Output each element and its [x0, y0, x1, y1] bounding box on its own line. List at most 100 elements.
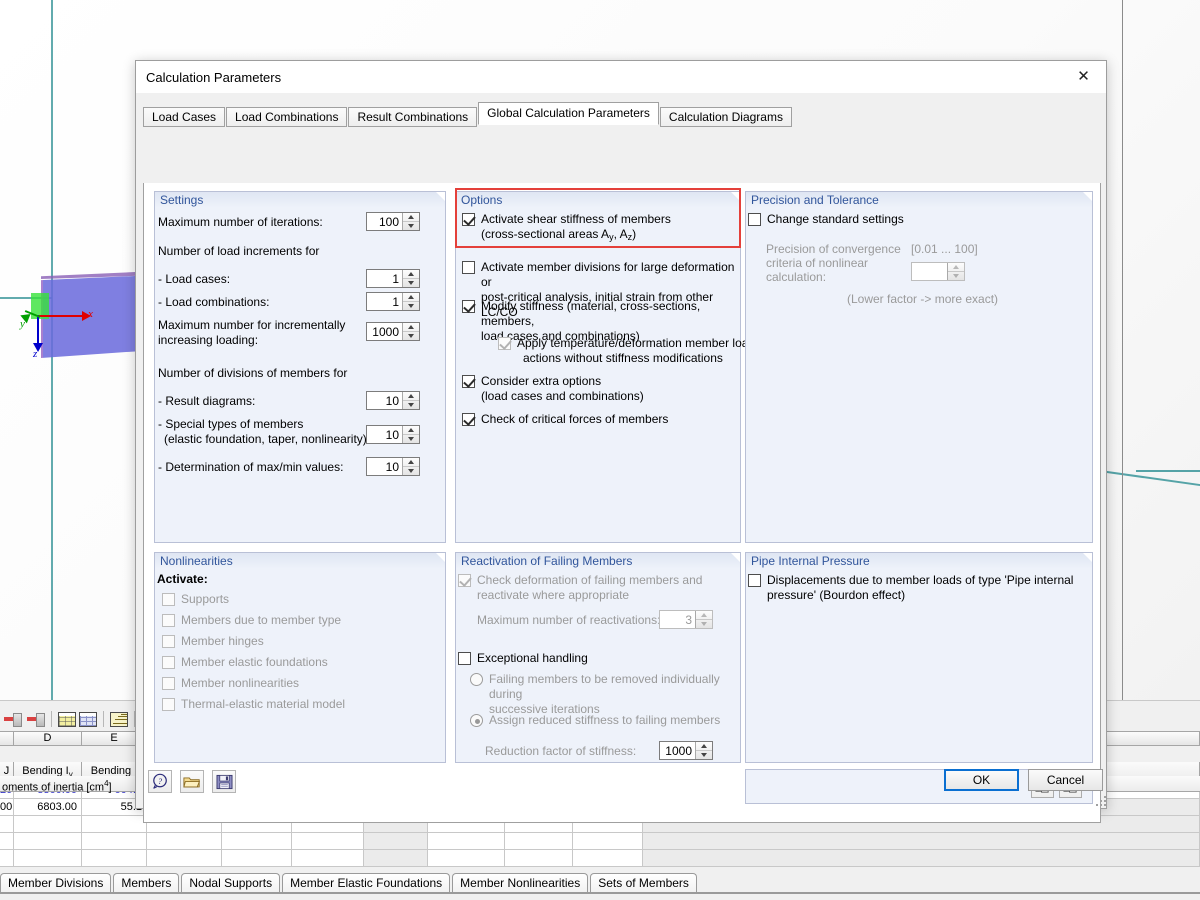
tab-members[interactable]: Members [113, 873, 179, 892]
radio-assign-reduced-stiffness-control[interactable] [470, 714, 483, 727]
stepper-down-icon[interactable] [403, 222, 419, 230]
checkbox-apply-temperature-deformation[interactable] [498, 337, 511, 350]
stepper-buttons[interactable] [402, 323, 419, 340]
cell-blank[interactable] [573, 850, 643, 867]
option-consider-extra-options[interactable]: Consider extra options (load cases and c… [462, 374, 737, 404]
export-arrow-icon[interactable] [25, 711, 45, 727]
diagram-icon[interactable] [110, 712, 128, 727]
option-apply-temperature-deformation[interactable]: Apply temperature/deformation member loa… [498, 336, 756, 366]
precision-value-stepper[interactable] [911, 262, 965, 281]
cell-blank[interactable] [573, 833, 643, 850]
cell-blank[interactable] [505, 833, 573, 850]
stepper-down-icon[interactable] [403, 467, 419, 475]
tab-member-divisions[interactable]: Member Divisions [0, 873, 111, 892]
cell-blank[interactable] [364, 850, 428, 867]
option-member-hinges[interactable]: Member hinges [162, 634, 264, 649]
checkbox-activate-member-divisions[interactable] [462, 261, 475, 274]
option-supports[interactable]: Supports [162, 592, 229, 607]
checkbox-check-critical-forces[interactable] [462, 413, 475, 426]
stepper-down-icon[interactable] [403, 435, 419, 443]
stepper-down-icon[interactable] [696, 751, 712, 759]
stepper-down-icon[interactable] [403, 302, 419, 310]
checkbox-member-elastic-foundations[interactable] [162, 656, 175, 669]
maxmin-stepper[interactable] [366, 457, 420, 476]
load-combinations-input[interactable] [367, 293, 402, 310]
cell-blank[interactable] [0, 850, 14, 867]
reduction-factor-input[interactable] [660, 742, 695, 759]
bottom-tab-bar[interactable]: Member Divisions Members Nodal Supports … [0, 873, 699, 892]
stepper-down-icon[interactable] [403, 332, 419, 340]
checkbox-change-standard-settings[interactable] [748, 213, 761, 226]
table-yellow-icon[interactable] [58, 712, 76, 727]
cell-blank[interactable] [428, 833, 505, 850]
tab-sets-of-members[interactable]: Sets of Members [590, 873, 697, 892]
resize-grip[interactable] [1094, 794, 1106, 806]
tab-calculation-diagrams[interactable]: Calculation Diagrams [660, 107, 792, 127]
stepper-down-icon[interactable] [696, 620, 712, 628]
stepper-down-icon[interactable] [403, 401, 419, 409]
cell-blank[interactable] [14, 816, 82, 833]
cell-iy[interactable]: 6803.00 [14, 799, 82, 816]
special-types-stepper[interactable] [366, 425, 420, 444]
checkbox-member-nonlinearities[interactable] [162, 677, 175, 690]
cell-blank[interactable] [222, 833, 292, 850]
import-arrow-icon[interactable] [2, 711, 22, 727]
max-iterations-input[interactable] [367, 213, 402, 230]
stepper-buttons[interactable] [402, 293, 419, 310]
checkbox-activate-shear-stiffness[interactable] [462, 213, 475, 226]
tab-load-combinations[interactable]: Load Combinations [226, 107, 347, 127]
option-exceptional-handling[interactable]: Exceptional handling [458, 651, 588, 666]
option-thermal-elastic-material-model[interactable]: Thermal-elastic material model [162, 697, 345, 712]
ok-button[interactable]: OK [944, 769, 1019, 791]
checkbox-thermal-elastic-material-model[interactable] [162, 698, 175, 711]
close-icon[interactable]: ✕ [1061, 61, 1106, 91]
cell-blank[interactable] [364, 833, 428, 850]
tab-load-cases[interactable]: Load Cases [143, 107, 225, 127]
cell-blank[interactable] [0, 833, 14, 850]
cell-blank[interactable] [643, 850, 1200, 867]
cell-id[interactable]: 00 [0, 799, 14, 816]
stepper-down-icon[interactable] [403, 279, 419, 287]
stepper-buttons[interactable] [402, 426, 419, 443]
cell-blank[interactable] [428, 850, 505, 867]
stepper-buttons[interactable] [402, 392, 419, 409]
special-types-input[interactable] [367, 426, 402, 443]
checkbox-consider-extra-options[interactable] [462, 375, 475, 388]
reduction-factor-stepper[interactable] [659, 741, 713, 760]
cell-blank[interactable] [147, 850, 222, 867]
cell-blank[interactable] [0, 816, 14, 833]
stepper-up-icon[interactable] [696, 742, 712, 751]
checkbox-members-due-to-member-type[interactable] [162, 614, 175, 627]
table-row[interactable] [0, 850, 1200, 867]
max-reactivations-stepper[interactable] [659, 610, 713, 629]
result-diagrams-input[interactable] [367, 392, 402, 409]
tab-result-combinations[interactable]: Result Combinations [348, 107, 477, 127]
tab-global-calculation-parameters[interactable]: Global Calculation Parameters [478, 102, 659, 125]
load-combinations-stepper[interactable] [366, 292, 420, 311]
help-icon[interactable]: ? [148, 770, 172, 793]
tab-member-nonlinearities[interactable]: Member Nonlinearities [452, 873, 588, 892]
table-blue-icon[interactable] [79, 712, 97, 727]
cell-blank[interactable] [292, 850, 364, 867]
maxmin-input[interactable] [367, 458, 402, 475]
checkbox-member-hinges[interactable] [162, 635, 175, 648]
load-cases-stepper[interactable] [366, 269, 420, 288]
col-header-D[interactable]: D [14, 731, 82, 746]
option-pipe-displacements[interactable]: Displacements due to member loads of typ… [748, 573, 1078, 603]
folder-open-icon[interactable] [180, 770, 204, 793]
option-check-critical-forces[interactable]: Check of critical forces of members [462, 412, 737, 427]
radio-failing-members-removed-control[interactable] [470, 673, 483, 686]
checkbox-supports[interactable] [162, 593, 175, 606]
cell-blank[interactable] [82, 816, 147, 833]
stepper-up-icon[interactable] [696, 611, 712, 620]
stepper-up-icon[interactable] [403, 426, 419, 435]
col-header-blank[interactable] [0, 731, 14, 746]
cell-blank[interactable] [222, 850, 292, 867]
option-change-standard-settings[interactable]: Change standard settings [748, 212, 904, 227]
radio-failing-members-removed[interactable]: Failing members to be removed individual… [470, 672, 732, 717]
precision-value-input[interactable] [912, 263, 947, 280]
stepper-up-icon[interactable] [403, 392, 419, 401]
stepper-buttons[interactable] [402, 458, 419, 475]
table-row[interactable] [0, 833, 1200, 850]
tab-nodal-supports[interactable]: Nodal Supports [181, 873, 280, 892]
